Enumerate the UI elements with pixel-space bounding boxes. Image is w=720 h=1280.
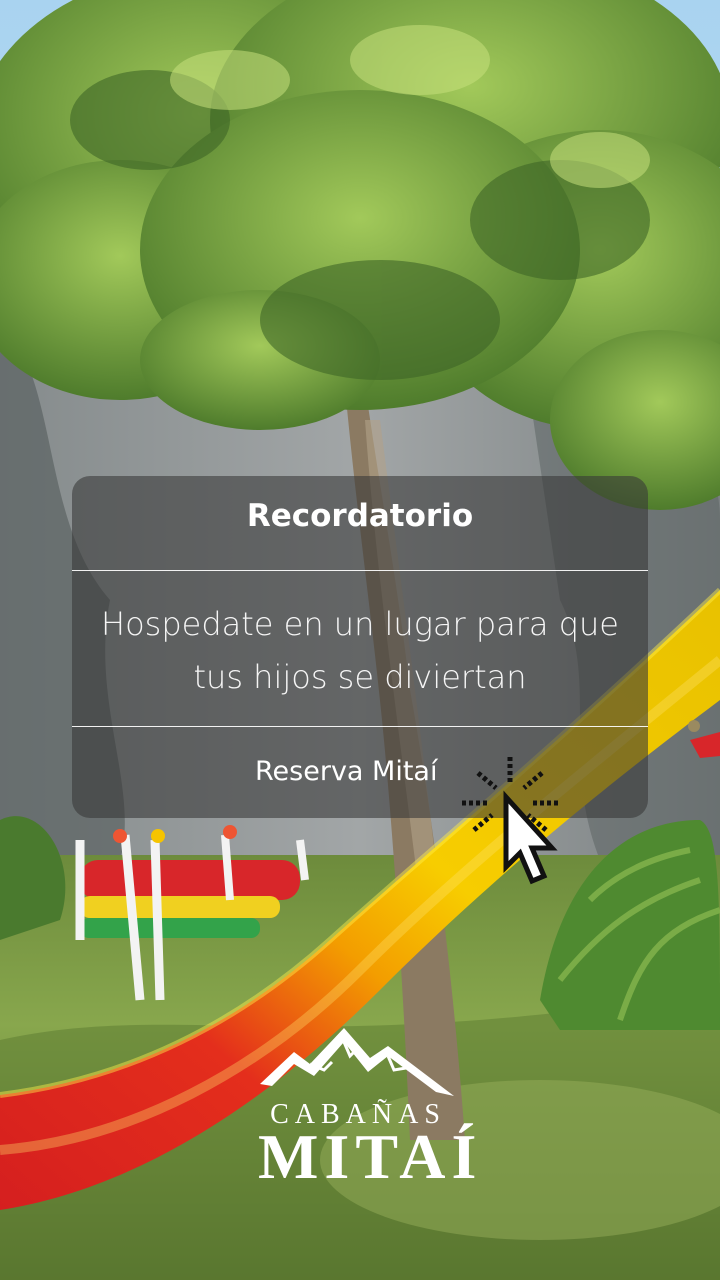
divider: [72, 570, 648, 571]
reminder-message: Hospedate en un lugar para que tus hijos…: [94, 598, 626, 704]
brand-name-main: MITAÍ: [258, 1121, 483, 1192]
reminder-title: Recordatorio: [246, 498, 474, 534]
reminder-message-line: tus hijos se diviertan: [193, 658, 527, 696]
brand-logo: CABAÑAS MITAÍ: [258, 1022, 483, 1192]
pointer-click-icon: [462, 757, 558, 885]
divider: [72, 726, 648, 727]
mountains-icon: [260, 1028, 454, 1096]
reminder-message-line: Hospedate en un lugar para que: [101, 605, 619, 643]
reserve-button[interactable]: Reserva Mitaí: [255, 756, 437, 787]
